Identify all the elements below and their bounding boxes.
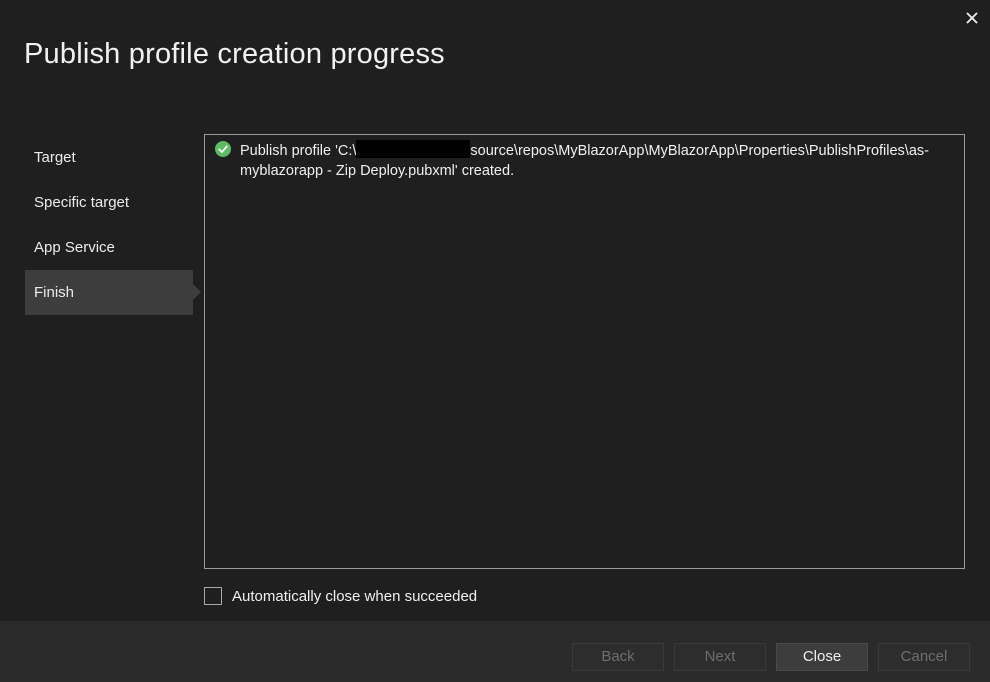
step-label: Finish	[34, 284, 75, 301]
auto-close-option[interactable]: Automatically close when succeeded	[204, 587, 477, 605]
step-app-service[interactable]: App Service	[25, 225, 193, 270]
step-target[interactable]: Target	[25, 135, 193, 180]
redacted-username	[356, 140, 471, 158]
log-entry: Publish profile 'C:\ source\repos\MyBlazo…	[215, 140, 952, 181]
next-button[interactable]: Next	[674, 643, 766, 671]
dialog-footer: Back Next Close Cancel	[0, 621, 990, 682]
auto-close-checkbox[interactable]	[204, 587, 222, 605]
cancel-button[interactable]: Cancel	[878, 643, 970, 671]
step-label: App Service	[34, 239, 115, 256]
publish-progress-dialog: Publish profile creation progress Target…	[0, 0, 990, 682]
check-circle-icon	[215, 141, 231, 157]
step-specific-target[interactable]: Specific target	[25, 180, 193, 225]
step-finish[interactable]: Finish	[25, 270, 201, 315]
dialog-title: Publish profile creation progress	[24, 38, 445, 70]
close-icon[interactable]	[963, 9, 981, 27]
auto-close-label: Automatically close when succeeded	[232, 587, 478, 605]
close-button[interactable]: Close	[776, 643, 868, 671]
progress-log[interactable]: Publish profile 'C:\ source\repos\MyBlazo…	[204, 134, 965, 569]
step-label: Target	[34, 149, 76, 166]
log-message: Publish profile 'C:\ source\repos\MyBlazo…	[240, 140, 952, 181]
back-button[interactable]: Back	[572, 643, 664, 671]
step-label: Specific target	[34, 194, 130, 211]
log-text-prefix: Publish profile 'C:\	[240, 143, 357, 159]
wizard-steps: Target Specific target App Service Finis…	[25, 135, 201, 315]
